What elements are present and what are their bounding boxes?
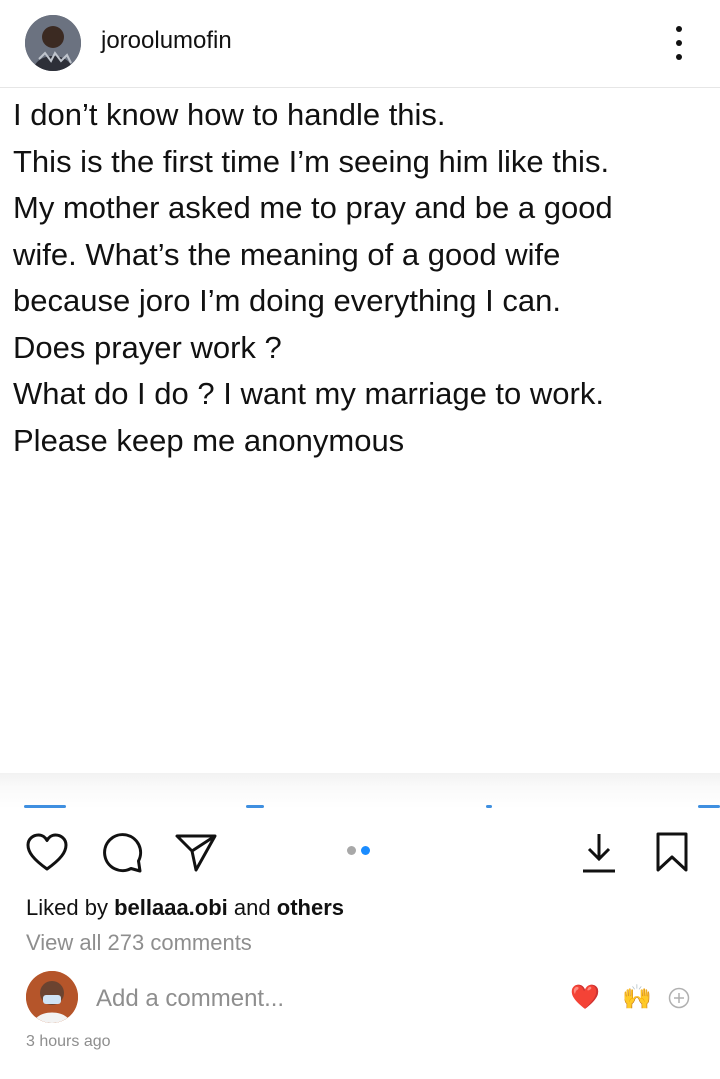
heart-icon[interactable] xyxy=(25,833,69,873)
post-timestamp: 3 hours ago xyxy=(26,1033,111,1050)
liker-username[interactable]: bellaaa.obi xyxy=(114,895,228,920)
next-slide-peek xyxy=(0,773,720,809)
heart-reaction-emoji[interactable]: ❤️ xyxy=(570,986,600,1010)
post-text-line: What do I do ? I want my marriage to wor… xyxy=(13,376,604,411)
post-text-line: because joro I’m doing everything I can. xyxy=(13,283,561,318)
paper-plane-icon[interactable] xyxy=(174,832,218,874)
post-text-line: My mother asked me to pray and be a good xyxy=(13,190,613,225)
post-text-line: Please keep me anonymous xyxy=(13,422,405,458)
avatar-image xyxy=(25,15,81,71)
post-username[interactable]: joroolumofin xyxy=(101,27,232,55)
likes-others[interactable]: others xyxy=(277,895,344,920)
add-comment-input[interactable]: Add a comment... xyxy=(96,985,284,1013)
plus-circle-icon[interactable] xyxy=(668,987,690,1009)
carousel-indicator xyxy=(347,846,370,855)
post-header: joroolumofin xyxy=(0,0,720,88)
current-user-avatar xyxy=(26,971,78,1023)
likes-summary[interactable]: Liked by bellaaa.obi and others xyxy=(26,895,344,921)
likes-prefix: Liked by xyxy=(26,895,108,920)
carousel-dot xyxy=(347,846,356,855)
avatar-image xyxy=(26,971,78,1023)
more-options-icon[interactable] xyxy=(664,26,694,60)
raising-hands-emoji[interactable]: 🙌 xyxy=(622,986,652,1010)
carousel-dot xyxy=(361,846,370,855)
post-image-text: I don’t know how to handle this. This is… xyxy=(13,92,713,464)
post-text-line: This is the first time I’m seeing him li… xyxy=(13,143,610,179)
post-text-line: wife. What’s the meaning of a good wife xyxy=(13,236,561,272)
profile-avatar[interactable] xyxy=(25,15,81,71)
post-text-line: I don’t know how to handle this. xyxy=(13,97,446,132)
download-icon[interactable] xyxy=(580,830,618,876)
post-text-line: Does prayer work ? xyxy=(13,329,282,365)
comment-bubble-icon[interactable] xyxy=(100,831,144,875)
likes-joiner: and xyxy=(233,895,271,920)
bookmark-icon[interactable] xyxy=(654,831,690,873)
view-all-comments-link[interactable]: View all 273 comments xyxy=(26,930,252,956)
